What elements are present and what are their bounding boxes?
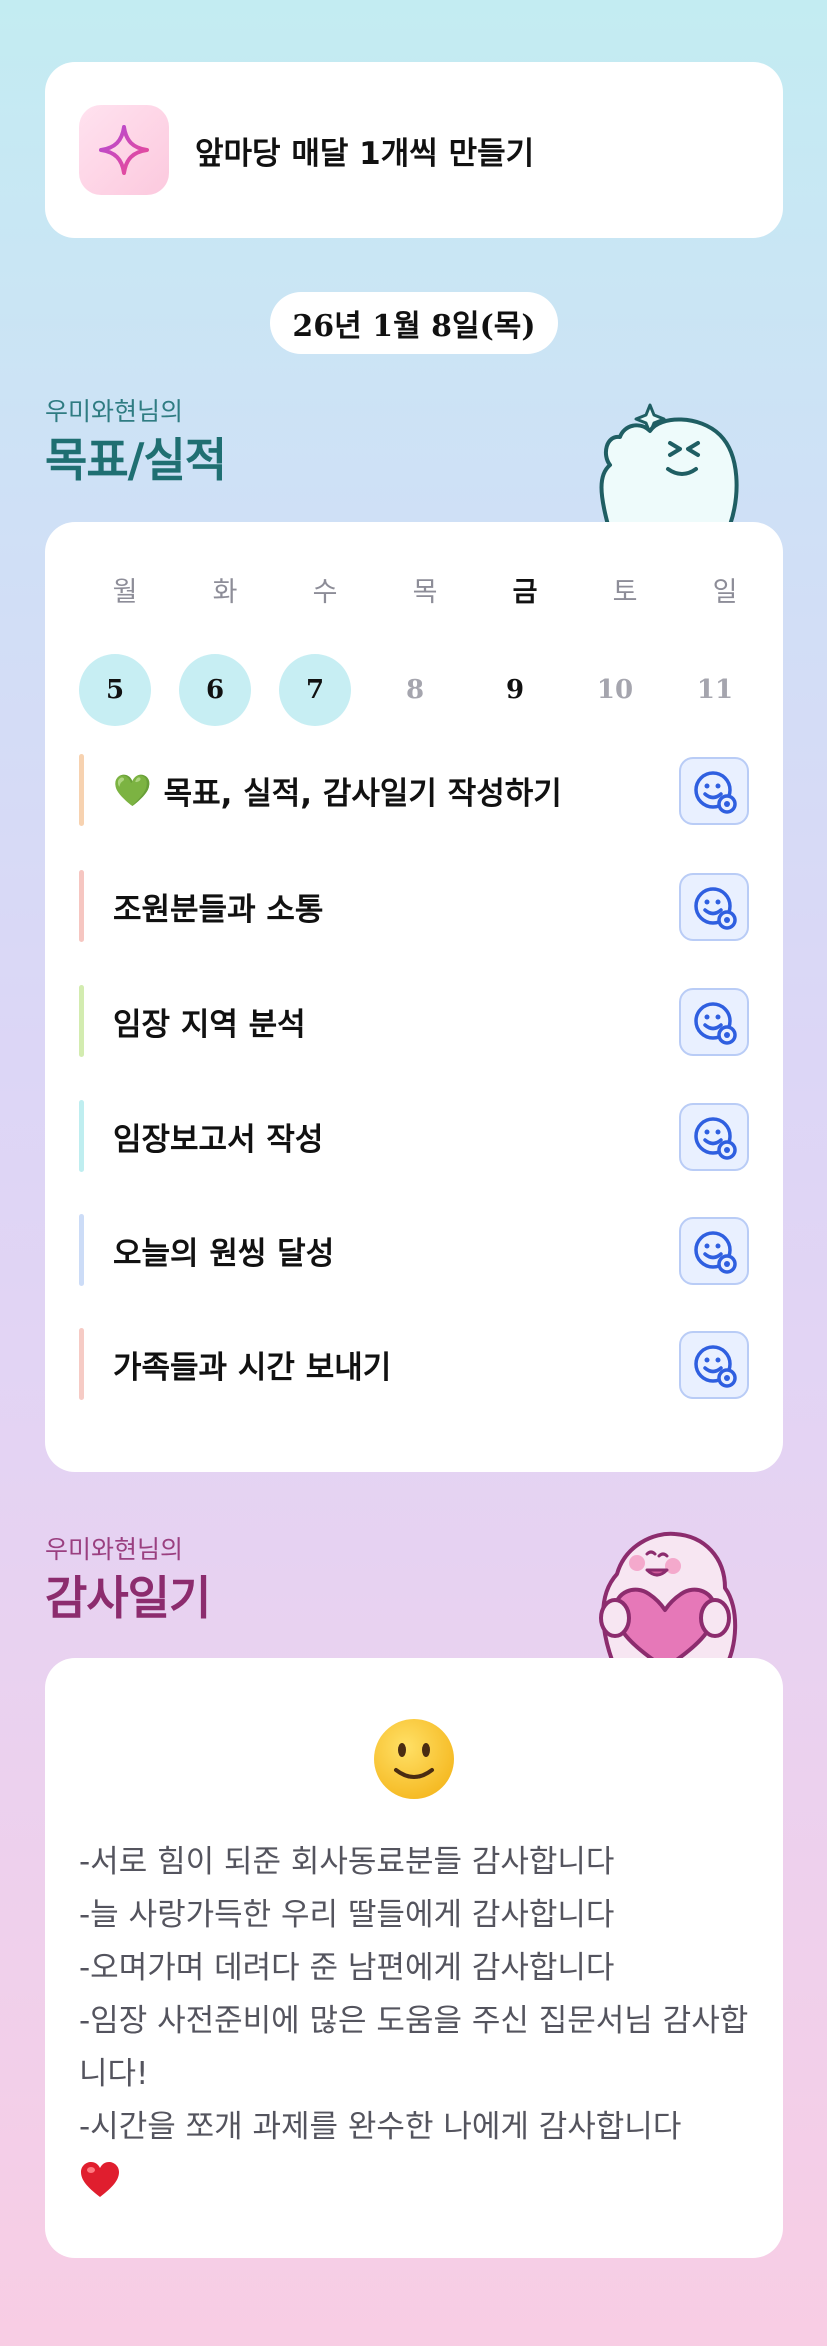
diary-card: -서로 힘이 되준 회사동료분들 감사합니다 -늘 사랑가득한 우리 딸들에게 … [45,1658,783,2258]
diary-line: -오며가며 데려다 준 남편에게 감사합니다 [79,1950,615,1986]
task-label: 목표, 실적, 감사일기 작성하기 [163,775,562,812]
mascot-heart-illustration [599,1531,738,1668]
task-item: 가족들과 시간 보내기 [79,1328,749,1400]
goals-section-title: 목표/실적 [45,433,227,487]
task-color-bar [79,1100,84,1172]
task-reaction-button[interactable] [679,757,749,825]
task-color-bar [79,1328,84,1400]
diary-section-title: 감사일기 [45,1571,211,1625]
task-label: 가족들과 시간 보내기 [113,1349,392,1386]
task-reaction-button[interactable] [679,988,749,1056]
day-button[interactable]: 8 [379,654,451,726]
weekday-label: 일 [712,577,738,608]
task-item: 임장 지역 분석 [79,985,749,1057]
mascot-thumbs-up-illustration [599,403,739,525]
green-heart-emoji: 💚 [113,772,152,809]
weekday-label: 화 [212,577,238,608]
task-color-bar [79,985,84,1057]
goals-section-subtitle: 우미와현님의 [45,397,184,426]
smile-reaction-icon [694,1002,737,1045]
task-reaction-button[interactable] [679,1103,749,1171]
date-pill: 26년 1월 8일(목) [270,292,558,354]
task-label: 오늘의 원씽 달성 [113,1235,335,1272]
task-label: 조원분들과 소통 [113,891,324,928]
task-item: 임장보고서 작성 [79,1100,749,1172]
day-button-done[interactable]: 7 [279,654,351,726]
day-button-today[interactable]: 9 [479,654,551,726]
sparkle-icon [79,105,169,195]
task-color-bar [79,1214,84,1286]
goal-text: 앞마당 매달 1개씩 만들기 [195,135,535,172]
diary-line: -시간을 쪼개 과제를 완수한 나에게 감사합니다 [79,2109,682,2145]
smiley-face-icon [374,1719,454,1799]
day-button[interactable]: 10 [579,654,651,726]
task-label: 임장보고서 작성 [113,1121,324,1158]
weekday-label: 토 [612,577,638,608]
task-item: 💚 목표, 실적, 감사일기 작성하기 [79,754,749,826]
task-item: 오늘의 원씽 달성 [79,1214,749,1286]
task-reaction-button[interactable] [679,1331,749,1399]
day-button[interactable]: 11 [679,654,751,726]
task-reaction-button[interactable] [679,873,749,941]
heart-icon [81,2162,119,2197]
smile-reaction-icon [694,1117,737,1160]
task-color-bar [79,870,84,942]
smile-reaction-icon [694,887,737,930]
task-color-bar [79,754,84,826]
task-reaction-button[interactable] [679,1217,749,1285]
diary-text: -서로 힘이 되준 회사동료분들 감사합니다 -늘 사랑가득한 우리 딸들에게 … [79,1836,759,2200]
diary-section-subtitle: 우미와현님의 [45,1535,184,1564]
day-button-done[interactable]: 6 [179,654,251,726]
goal-card: 앞마당 매달 1개씩 만들기 [45,62,783,238]
diary-line: -임장 사전준비에 많은 도움을 주신 집문서님 감사합니다! [79,2003,749,2092]
weekday-label-today: 금 [512,577,538,608]
weekday-label: 목 [412,577,438,608]
diary-line: -서로 힘이 되준 회사동료분들 감사합니다 [79,1844,615,1880]
weekday-label: 수 [312,577,338,608]
goals-card: 월 화 수 목 금 토 일 5 6 7 8 9 10 11 💚 목표, 실적, … [45,522,783,1472]
weekday-label: 월 [112,577,138,608]
smile-reaction-icon [694,1231,737,1274]
smile-reaction-icon [694,1345,737,1388]
task-label: 임장 지역 분석 [113,1006,306,1043]
diary-line: -늘 사랑가득한 우리 딸들에게 감사합니다 [79,1897,615,1933]
smile-reaction-icon [694,771,737,814]
day-button-done[interactable]: 5 [79,654,151,726]
task-item: 조원분들과 소통 [79,870,749,942]
